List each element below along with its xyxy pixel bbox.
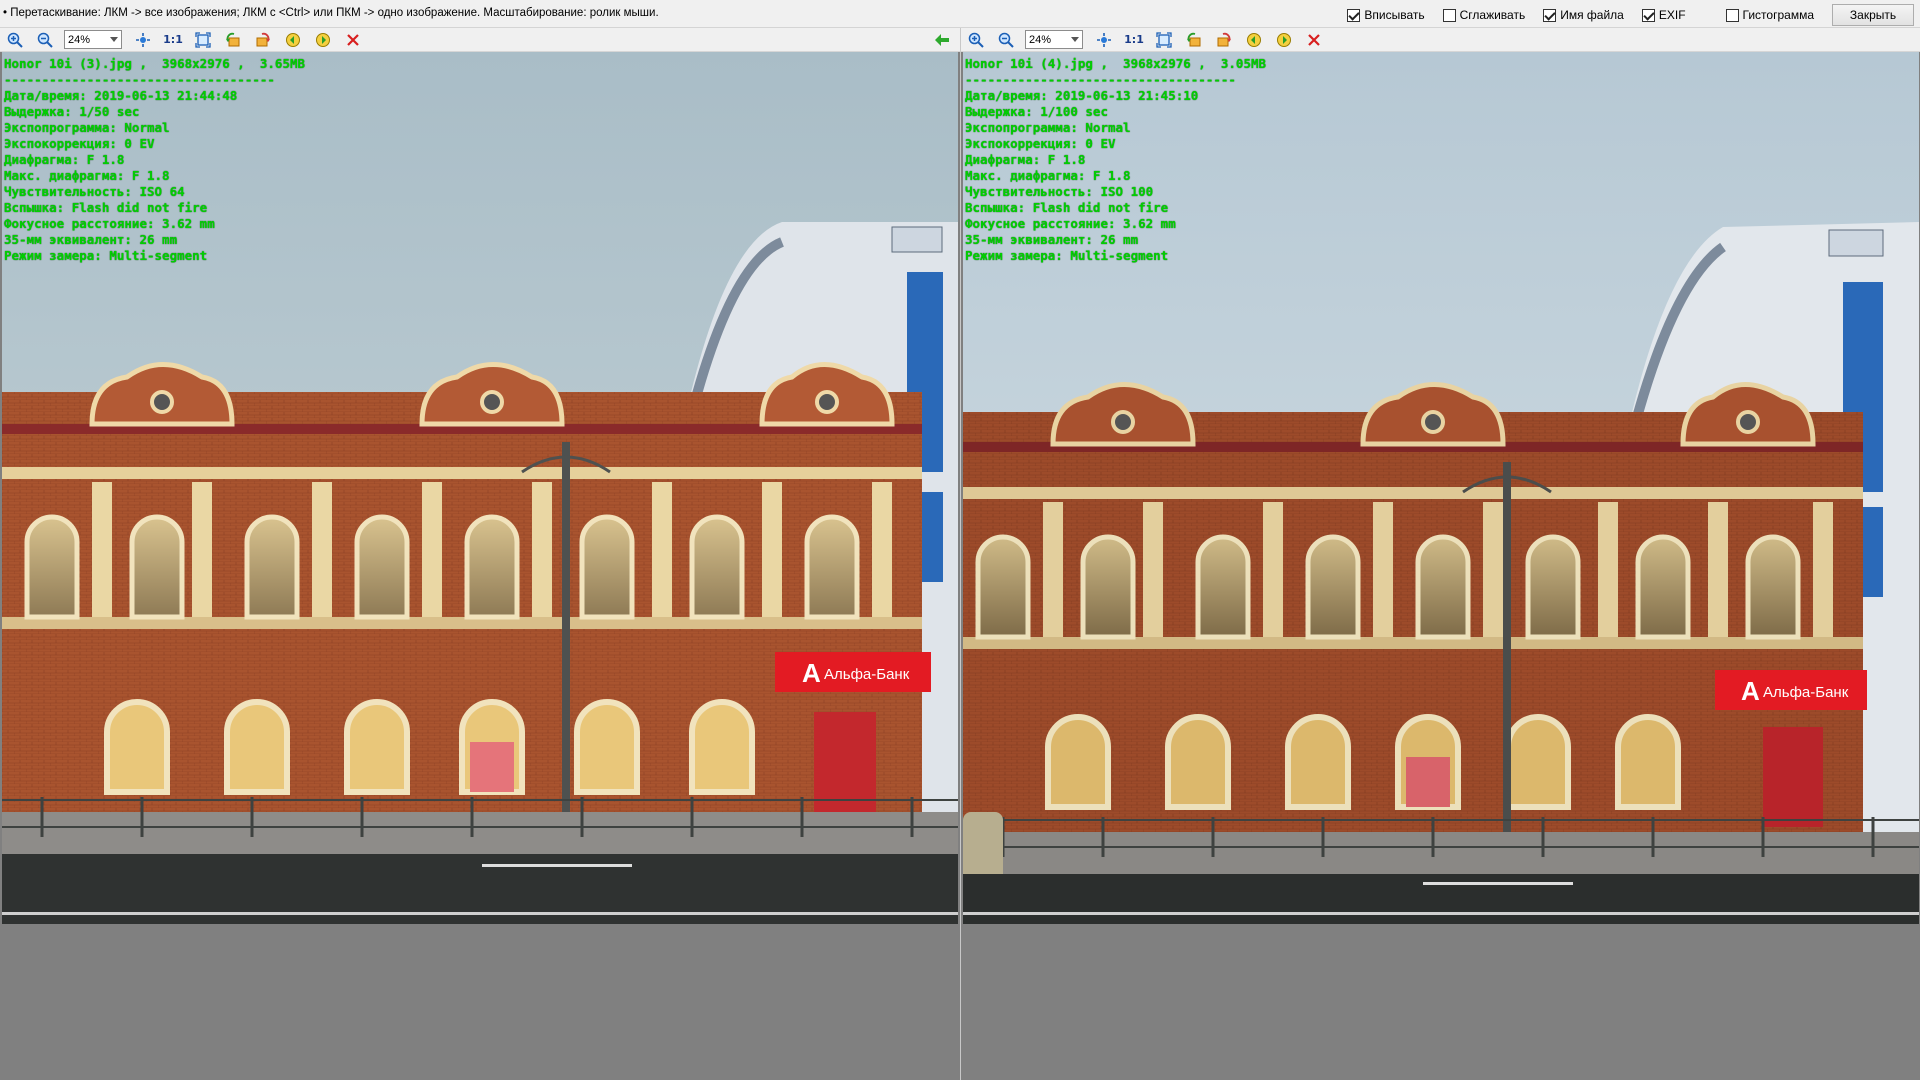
exif-separator: ------------------------------------ [965, 72, 1236, 87]
exif-checkbox[interactable] [1641, 8, 1655, 22]
left-image-canvas[interactable]: А Альфа-Банк Honor 10i (3).jpg , 3968x29… [0, 52, 960, 1080]
delete-icon[interactable] [1303, 30, 1325, 50]
exif-line: Дата/время: 2019-06-13 21:44:48 [4, 88, 238, 103]
bank-sign-text: Альфа-Банк [1763, 684, 1849, 701]
next-image-icon[interactable] [312, 30, 334, 50]
rotate-left-icon[interactable] [1183, 30, 1205, 50]
actual-size-button[interactable]: 1:1 [1123, 30, 1145, 50]
right-exif-overlay: Honor 10i (4).jpg , 3968x2976 , 3.05MB --… [965, 56, 1266, 264]
rotate-left-icon[interactable] [222, 30, 244, 50]
exif-line: Макс. диафрагма: F 1.8 [4, 168, 170, 183]
option-histogram[interactable]: Гистограмма [1725, 8, 1814, 22]
exif-line: Выдержка: 1/50 sec [4, 104, 140, 119]
exif-line: Экспопрограмма: Normal [965, 120, 1131, 135]
exif-line: Режим замера: Multi-segment [965, 248, 1169, 263]
view-options: Вписывать Сглаживать Имя файла EXIF Гист… [1347, 4, 1914, 26]
left-pane: 24% 1:1 А Альфа-Банк Honor 10i (3).jpg ,… [0, 28, 960, 1080]
exif-line: Чувствительность: ISO 100 [965, 184, 1154, 199]
usage-hint: • Перетаскивание: ЛКМ -> все изображения… [3, 7, 659, 19]
bank-sign-text: Альфа-Банк [824, 666, 910, 683]
rotate-right-icon[interactable] [252, 30, 274, 50]
histogram-checkbox[interactable] [1725, 8, 1739, 22]
exif-line: Вспышка: Flash did not fire [4, 200, 208, 215]
zoom-select[interactable]: 24% [1025, 30, 1083, 49]
prev-image-icon[interactable] [1243, 30, 1265, 50]
zoom-select[interactable]: 24% [64, 30, 122, 49]
exif-line: 35-мм эквивалент: 26 mm [965, 232, 1139, 247]
zoom-in-icon[interactable] [965, 30, 987, 50]
option-smooth[interactable]: Сглаживать [1442, 8, 1525, 22]
right-toolbar: 24% 1:1 [961, 28, 1920, 52]
fit-icon[interactable] [1093, 30, 1115, 50]
fit-checkbox[interactable] [1347, 8, 1361, 22]
delete-icon[interactable] [342, 30, 364, 50]
exif-line: Диафрагма: F 1.8 [965, 152, 1086, 167]
zoom-in-icon[interactable] [4, 30, 26, 50]
option-filename[interactable]: Имя файла [1543, 8, 1624, 22]
exif-separator: ------------------------------------ [4, 72, 275, 87]
chevron-down-icon [1071, 37, 1079, 42]
bank-sign-letter: А [802, 658, 821, 688]
fullscreen-icon[interactable] [1153, 30, 1175, 50]
file-info: Honor 10i (4).jpg , 3968x2976 , 3.05MB [965, 56, 1267, 71]
zoom-out-icon[interactable] [34, 30, 56, 50]
exif-line: Фокусное расстояние: 3.62 mm [965, 216, 1176, 231]
exif-line: Режим замера: Multi-segment [4, 248, 208, 263]
exif-line: Дата/время: 2019-06-13 21:45:10 [965, 88, 1199, 103]
exif-line: Экспокоррекция: 0 EV [4, 136, 155, 151]
fit-icon[interactable] [132, 30, 154, 50]
zoom-out-icon[interactable] [995, 30, 1017, 50]
exif-line: Выдержка: 1/100 sec [965, 104, 1108, 119]
fullscreen-icon[interactable] [192, 30, 214, 50]
exif-line: 35-мм эквивалент: 26 mm [4, 232, 178, 247]
next-image-icon[interactable] [1273, 30, 1295, 50]
file-info: Honor 10i (3).jpg , 3968x2976 , 3.65MB [4, 56, 306, 71]
exif-line: Экспопрограмма: Normal [4, 120, 170, 135]
chevron-down-icon [110, 37, 118, 42]
right-pane: 24% 1:1 А Альфа-Банк Honor 10i (4).jpg ,… [961, 28, 1920, 1080]
exif-line: Экспокоррекция: 0 EV [965, 136, 1116, 151]
bank-sign-letter: А [1741, 676, 1760, 706]
exif-line: Вспышка: Flash did not fire [965, 200, 1169, 215]
left-toolbar: 24% 1:1 [0, 28, 960, 52]
close-button[interactable]: Закрыть [1832, 4, 1914, 26]
rotate-right-icon[interactable] [1213, 30, 1235, 50]
smooth-checkbox[interactable] [1442, 8, 1456, 22]
option-exif[interactable]: EXIF [1641, 8, 1686, 22]
exif-line: Макс. диафрагма: F 1.8 [965, 168, 1131, 183]
exif-line: Фокусное расстояние: 3.62 mm [4, 216, 215, 231]
filename-checkbox[interactable] [1543, 8, 1557, 22]
exif-line: Чувствительность: ISO 64 [4, 184, 185, 199]
actual-size-button[interactable]: 1:1 [162, 30, 184, 50]
left-exif-overlay: Honor 10i (3).jpg , 3968x2976 , 3.65MB --… [4, 56, 305, 264]
option-fit[interactable]: Вписывать [1347, 8, 1425, 22]
top-bar: • Перетаскивание: ЛКМ -> все изображения… [0, 0, 1920, 28]
back-arrow-icon[interactable] [932, 30, 952, 50]
exif-line: Диафрагма: F 1.8 [4, 152, 125, 167]
right-image-canvas[interactable]: А Альфа-Банк Honor 10i (4).jpg , 3968x29… [961, 52, 1920, 1080]
prev-image-icon[interactable] [282, 30, 304, 50]
